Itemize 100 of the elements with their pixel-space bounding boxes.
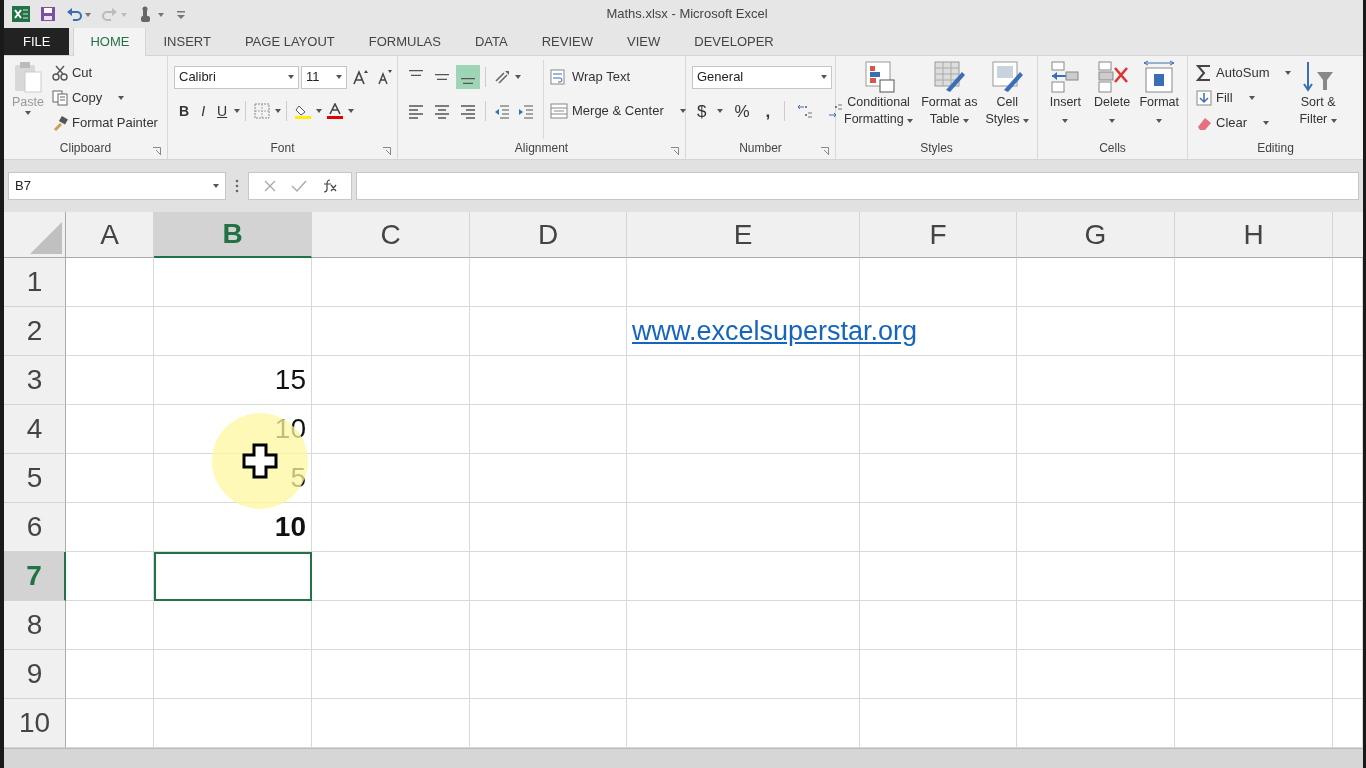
ribbon-tab[interactable]: FORMULAS	[351, 27, 458, 55]
row-header[interactable]: 4	[4, 405, 66, 454]
grid-cell[interactable]	[1175, 650, 1333, 699]
grid-cell[interactable]	[627, 503, 860, 552]
comma-style-button[interactable]: ,	[760, 98, 776, 124]
grid-cell[interactable]	[312, 307, 470, 356]
grid-cell[interactable]	[470, 650, 627, 699]
grid-cell[interactable]	[154, 307, 312, 356]
checkmark-icon[interactable]	[291, 179, 307, 193]
grid-cell[interactable]	[470, 503, 627, 552]
dialog-launcher-icon[interactable]	[153, 147, 161, 155]
grid-cell[interactable]	[1017, 356, 1175, 405]
grid-cell[interactable]	[1175, 552, 1333, 601]
grid-cell[interactable]	[1333, 454, 1363, 503]
autosum-button[interactable]: AutoSum	[1194, 60, 1294, 85]
row-header[interactable]: 7	[4, 552, 66, 601]
row-header[interactable]: 9	[4, 650, 66, 699]
touch-mode-icon[interactable]	[138, 5, 166, 23]
column-header[interactable]: G	[1017, 212, 1175, 258]
insert-function-icon[interactable]	[321, 179, 337, 193]
grid-cell[interactable]	[312, 503, 470, 552]
grid-cell[interactable]	[1175, 405, 1333, 454]
dialog-launcher-icon[interactable]	[383, 147, 391, 155]
grid-cell[interactable]	[66, 258, 154, 307]
dialog-launcher-icon[interactable]	[671, 147, 679, 155]
ribbon-tab[interactable]: DEVELOPER	[677, 27, 791, 55]
grid-cell[interactable]	[1333, 601, 1363, 650]
dialog-launcher-icon[interactable]	[821, 147, 829, 155]
column-header[interactable]: A	[66, 212, 154, 258]
grid-cell[interactable]	[1175, 307, 1333, 356]
row-header[interactable]: 2	[4, 307, 66, 356]
grid-cell[interactable]	[312, 405, 470, 454]
ribbon-tab[interactable]: VIEW	[610, 27, 678, 55]
grid-cell[interactable]	[66, 552, 154, 601]
grid-cell[interactable]	[1175, 258, 1333, 307]
select-all-corner[interactable]	[4, 212, 66, 258]
percent-button[interactable]: %	[729, 98, 755, 124]
name-box[interactable]: B7	[8, 172, 226, 200]
grid-cell[interactable]	[1017, 503, 1175, 552]
font-name-field[interactable]: Calibri	[174, 65, 299, 89]
grid-cell[interactable]	[470, 258, 627, 307]
grid-cell[interactable]: www.excelsuperstar.org	[627, 307, 1017, 356]
wrap-text-button[interactable]: Wrap Text	[548, 60, 688, 94]
grid-cell[interactable]	[1017, 258, 1175, 307]
active-cell[interactable]	[154, 552, 312, 601]
cancel-icon[interactable]	[263, 179, 277, 193]
grid-cell[interactable]	[1333, 405, 1363, 454]
fill-color-icon[interactable]	[295, 103, 312, 119]
grid-cell[interactable]	[860, 650, 1017, 699]
sort-filter-button[interactable]: Sort & Filter	[1297, 60, 1339, 139]
grid-cell[interactable]	[154, 601, 312, 650]
grid-cell[interactable]	[1333, 258, 1363, 307]
grid-cell[interactable]	[627, 405, 860, 454]
grid-cell[interactable]	[627, 601, 860, 650]
grid-cell[interactable]	[627, 552, 860, 601]
format-painter-button[interactable]: Format Painter	[49, 110, 160, 135]
grid-cell[interactable]: 15	[154, 356, 312, 405]
grid-cell[interactable]	[66, 503, 154, 552]
font-color-icon[interactable]	[327, 103, 344, 119]
column-header[interactable]: H	[1175, 212, 1333, 258]
grid-cell[interactable]	[470, 454, 627, 503]
grid-cell[interactable]	[312, 356, 470, 405]
formula-input[interactable]	[356, 172, 1359, 200]
increase-font-size-icon[interactable]	[352, 69, 368, 85]
save-icon[interactable]	[40, 6, 56, 22]
grid-cell[interactable]	[627, 454, 860, 503]
grid-cell[interactable]	[860, 601, 1017, 650]
redo-icon[interactable]	[102, 6, 128, 22]
bold-button[interactable]: B	[174, 98, 195, 124]
grid-cell[interactable]	[66, 601, 154, 650]
underline-button[interactable]: U	[212, 98, 233, 124]
grid-cell[interactable]	[860, 356, 1017, 405]
grid-cell[interactable]	[1175, 601, 1333, 650]
grid-cell[interactable]	[66, 356, 154, 405]
ribbon-tab[interactable]: INSERT	[146, 27, 228, 55]
row-header[interactable]: 1	[4, 258, 66, 307]
grid-cell[interactable]	[1017, 405, 1175, 454]
row-header[interactable]: 3	[4, 356, 66, 405]
ribbon-tab[interactable]: HOME	[73, 27, 147, 56]
grid-cell[interactable]	[860, 454, 1017, 503]
ribbon-tab[interactable]: DATA	[457, 27, 525, 55]
fill-button[interactable]: Fill	[1194, 85, 1294, 110]
increase-indent-icon[interactable]	[518, 103, 534, 119]
column-header[interactable]	[1333, 212, 1363, 258]
column-header[interactable]: B	[154, 212, 312, 258]
row-header[interactable]: 8	[4, 601, 66, 650]
grid-cell[interactable]	[312, 258, 470, 307]
row-header[interactable]: 5	[4, 454, 66, 503]
grid-cell[interactable]	[1017, 601, 1175, 650]
decrease-font-size-icon[interactable]	[376, 69, 392, 85]
grid-cell[interactable]	[312, 601, 470, 650]
grid-cell[interactable]	[1017, 454, 1175, 503]
grid-cell[interactable]	[860, 552, 1017, 601]
clear-button[interactable]: Clear	[1194, 110, 1294, 135]
currency-button[interactable]: $	[692, 98, 712, 124]
grid-cell[interactable]	[627, 356, 860, 405]
grid-cell[interactable]	[66, 405, 154, 454]
spreadsheet-logo-icon[interactable]	[12, 5, 30, 23]
ribbon-tab[interactable]: REVIEW	[524, 27, 610, 55]
format-as-table-button[interactable]: Format as Table	[919, 60, 980, 139]
